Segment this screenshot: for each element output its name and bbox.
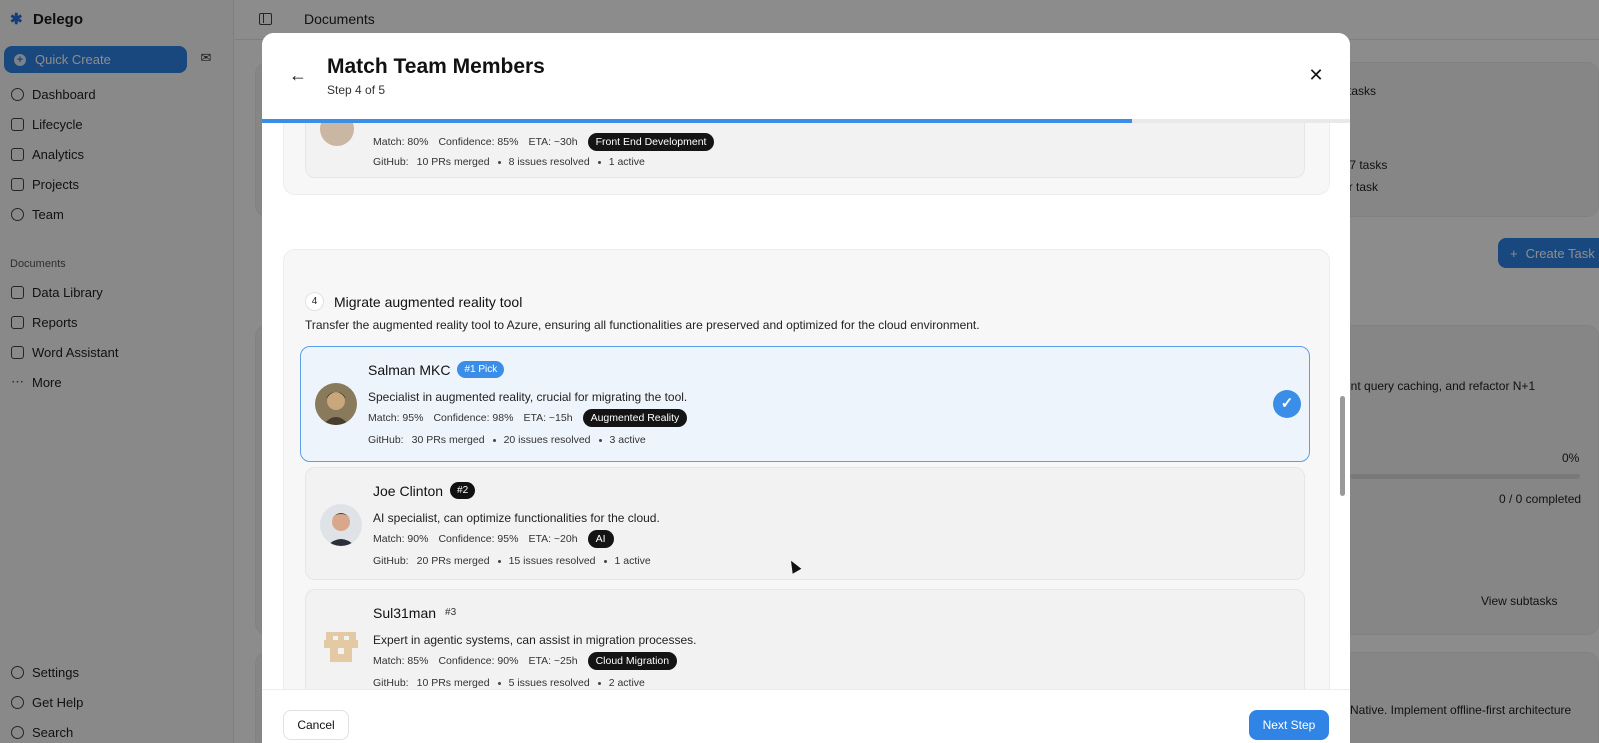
active-count: 1 active bbox=[608, 156, 645, 168]
active-count: 2 active bbox=[608, 677, 645, 689]
candidate-card-selected[interactable]: Salman MKC #1 Pick Specialist in augment… bbox=[300, 346, 1310, 462]
candidate-name: Joe Clinton bbox=[373, 482, 444, 499]
github-label: GitHub: bbox=[373, 677, 409, 689]
skill-tag: Front End Development bbox=[587, 133, 715, 151]
candidate-card[interactable]: Joe Clinton #2 AI specialist, can optimi… bbox=[305, 467, 1305, 580]
match-score: Match: 85% bbox=[373, 655, 429, 667]
avatar bbox=[320, 626, 362, 668]
candidate-name-row: Joe Clinton #2 bbox=[373, 482, 476, 499]
github-label: GitHub: bbox=[373, 156, 409, 168]
task-title: Migrate augmented reality tool bbox=[334, 293, 523, 310]
github-stats: GitHub: 10 PRs merged 8 issues resolved … bbox=[373, 156, 645, 168]
avatar bbox=[320, 504, 362, 546]
prs-merged: 10 PRs merged bbox=[416, 677, 490, 689]
avatar bbox=[315, 383, 357, 425]
candidate-stats: Match: 90% Confidence: 95% ETA: ~20h AI bbox=[373, 530, 614, 548]
candidate-summary: Expert in agentic systems, can assist in… bbox=[373, 633, 697, 647]
match-team-modal: ← Match Team Members Step 4 of 5 ✕ Match… bbox=[262, 33, 1350, 743]
candidate-card[interactable]: Match: 80% Confidence: 85% ETA: ~30h Fro… bbox=[305, 123, 1305, 178]
back-button[interactable]: ← bbox=[286, 63, 310, 87]
close-icon: ✕ bbox=[1308, 65, 1324, 85]
match-score: Match: 95% bbox=[368, 412, 424, 424]
modal-header: ← Match Team Members Step 4 of 5 ✕ bbox=[262, 33, 1350, 121]
candidate-stats: Match: 80% Confidence: 85% ETA: ~30h Fro… bbox=[373, 133, 715, 151]
candidate-name: Salman MKC bbox=[368, 361, 451, 378]
candidate-summary: AI specialist, can optimize functionalit… bbox=[373, 511, 660, 525]
issues-resolved: 15 issues resolved bbox=[508, 555, 596, 567]
separator-dot bbox=[597, 160, 601, 164]
eta: ETA: ~30h bbox=[528, 136, 578, 148]
candidate-summary: Specialist in augmented reality, crucial… bbox=[368, 390, 688, 404]
eta: ETA: ~20h bbox=[528, 533, 578, 545]
task-header: 4 Migrate augmented reality tool bbox=[305, 292, 522, 311]
issues-resolved: 8 issues resolved bbox=[508, 156, 590, 168]
next-step-button[interactable]: Next Step bbox=[1249, 710, 1329, 740]
active-count: 1 active bbox=[614, 555, 651, 567]
match-score: Match: 90% bbox=[373, 533, 429, 545]
issues-resolved: 20 issues resolved bbox=[503, 434, 591, 446]
rank-badge: #1 Pick bbox=[457, 361, 505, 378]
github-stats: GitHub: 20 PRs merged 15 issues resolved… bbox=[373, 555, 651, 567]
candidate-name: Sul31man bbox=[373, 604, 437, 621]
match-score: Match: 80% bbox=[373, 136, 429, 148]
issues-resolved: 5 issues resolved bbox=[508, 677, 590, 689]
separator-dot bbox=[497, 559, 501, 563]
selected-check-icon[interactable]: ✓ bbox=[1273, 390, 1301, 418]
github-stats: GitHub: 30 PRs merged 20 issues resolved… bbox=[368, 434, 646, 446]
cancel-button[interactable]: Cancel bbox=[283, 710, 349, 740]
modal-title: Match Team Members bbox=[327, 55, 545, 78]
github-label: GitHub: bbox=[373, 555, 409, 567]
prs-merged: 30 PRs merged bbox=[411, 434, 485, 446]
candidate-card[interactable]: Sul31man #3 Expert in agentic systems, c… bbox=[305, 589, 1305, 702]
separator-dot bbox=[598, 438, 602, 442]
confidence-score: Confidence: 85% bbox=[438, 136, 519, 148]
github-stats: GitHub: 10 PRs merged 5 issues resolved … bbox=[373, 677, 645, 689]
candidate-name-row: Sul31man #3 bbox=[373, 604, 463, 621]
rank-badge: #3 bbox=[445, 607, 457, 618]
eta: ETA: ~15h bbox=[523, 412, 573, 424]
modal-footer: Cancel Next Step bbox=[262, 689, 1350, 743]
close-button[interactable]: ✕ bbox=[1304, 63, 1328, 87]
confidence-score: Confidence: 98% bbox=[433, 412, 514, 424]
rank-badge: #2 bbox=[450, 482, 476, 499]
confidence-score: Confidence: 90% bbox=[438, 655, 519, 667]
skill-tag: Augmented Reality bbox=[582, 409, 688, 427]
skill-tag: AI bbox=[587, 530, 614, 548]
separator-dot bbox=[497, 681, 501, 685]
separator-dot bbox=[603, 559, 607, 563]
step-indicator: Step 4 of 5 bbox=[327, 83, 386, 97]
prs-merged: 20 PRs merged bbox=[416, 555, 490, 567]
separator-dot bbox=[492, 438, 496, 442]
candidate-stats: Match: 95% Confidence: 98% ETA: ~15h Aug… bbox=[368, 409, 688, 427]
candidate-name-row: Salman MKC #1 Pick bbox=[368, 361, 505, 378]
task-block: 4 Migrate augmented reality tool Transfe… bbox=[283, 249, 1330, 725]
task-number: 4 bbox=[305, 292, 324, 311]
scrollbar-thumb[interactable] bbox=[1340, 396, 1345, 496]
skill-tag: Cloud Migration bbox=[587, 652, 678, 670]
prs-merged: 10 PRs merged bbox=[416, 156, 490, 168]
eta: ETA: ~25h bbox=[528, 655, 578, 667]
github-label: GitHub: bbox=[368, 434, 404, 446]
task-block-previous: Match: 80% Confidence: 85% ETA: ~30h Fro… bbox=[283, 123, 1330, 195]
avatar bbox=[320, 123, 354, 146]
candidate-stats: Match: 85% Confidence: 90% ETA: ~25h Clo… bbox=[373, 652, 678, 670]
modal-body[interactable]: Match: 80% Confidence: 85% ETA: ~30h Fro… bbox=[262, 123, 1350, 732]
active-count: 3 active bbox=[609, 434, 646, 446]
confidence-score: Confidence: 95% bbox=[438, 533, 519, 545]
task-description: Transfer the augmented reality tool to A… bbox=[305, 318, 980, 332]
separator-dot bbox=[497, 160, 501, 164]
arrow-left-icon: ← bbox=[289, 65, 307, 85]
separator-dot bbox=[597, 681, 601, 685]
